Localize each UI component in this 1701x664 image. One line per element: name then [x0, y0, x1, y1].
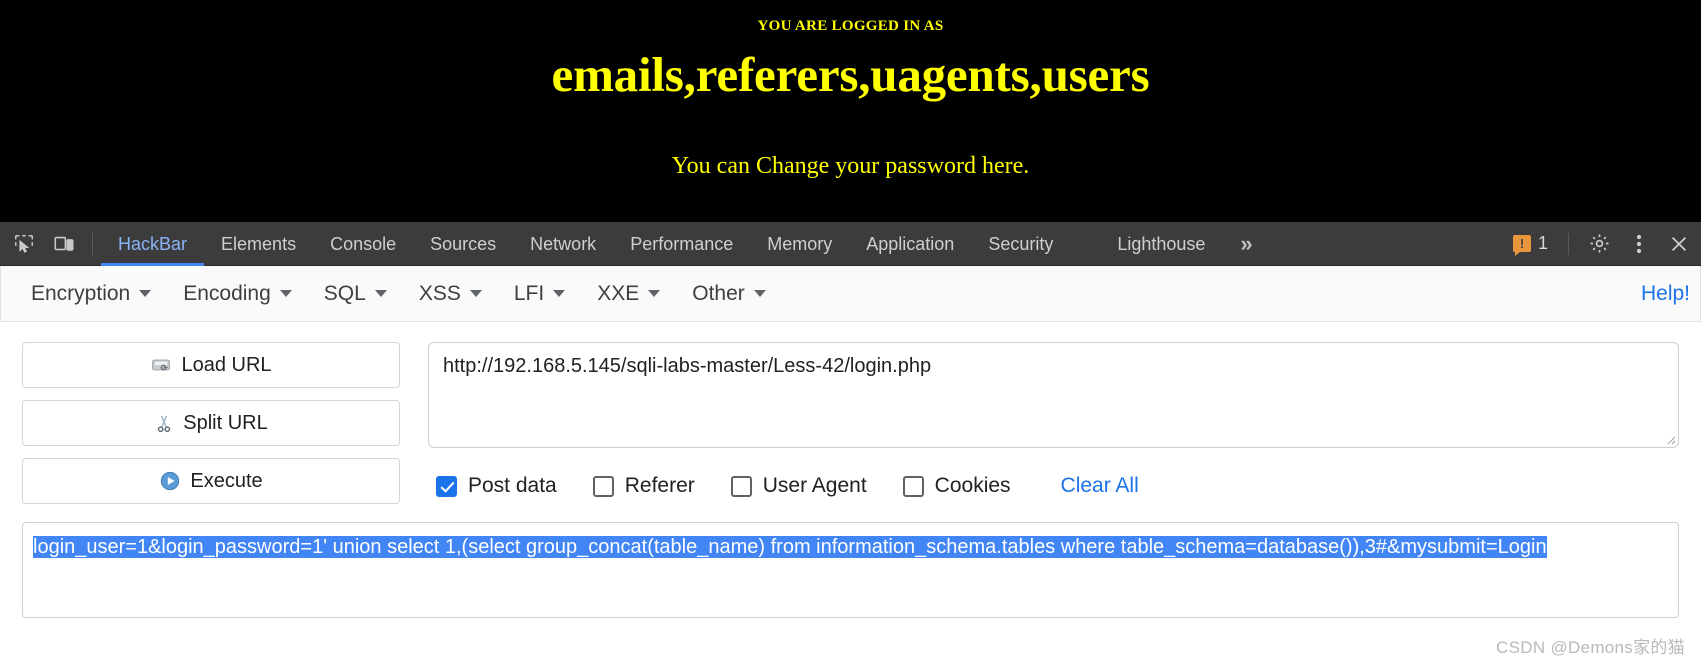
option-referer[interactable]: Referer	[592, 474, 695, 498]
kebab-menu-icon[interactable]	[1619, 225, 1659, 263]
chevron-down-icon	[139, 290, 152, 297]
chevron-down-icon	[753, 290, 766, 297]
tab-label: Performance	[630, 233, 734, 254]
hackbar-url-area: http://192.168.5.145/sqli-labs-master/Le…	[428, 342, 1679, 504]
menu-label: XSS	[418, 281, 461, 305]
button-label: Load URL	[181, 353, 272, 376]
menu-encoding[interactable]: Encoding	[167, 266, 308, 322]
devtools-toolbar-right: ! 1	[1503, 225, 1701, 263]
devtools-tabbar: HackBar Elements Console Sources Network…	[0, 222, 1701, 266]
option-cookies[interactable]: Cookies	[902, 474, 1011, 498]
tab-application[interactable]: Application	[849, 222, 971, 266]
tab-sources[interactable]: Sources	[413, 222, 513, 266]
tab-label: Application	[866, 233, 955, 254]
more-tabs-icon[interactable]: »	[1222, 231, 1267, 257]
inspect-element-icon[interactable]	[4, 226, 44, 262]
close-icon[interactable]	[1659, 225, 1699, 263]
toolbar-divider	[92, 232, 93, 255]
menu-label: SQL	[323, 281, 366, 305]
menu-other[interactable]: Other	[676, 266, 782, 322]
target-page: YOU ARE LOGGED IN AS emails,referers,uag…	[0, 0, 1701, 222]
post-data-input[interactable]: login_user=1&login_password=1' union sel…	[22, 522, 1679, 618]
device-toolbar-icon[interactable]	[44, 226, 84, 262]
tab-label: Sources	[430, 233, 497, 254]
option-label: Cookies	[934, 474, 1011, 497]
screen: YOU ARE LOGGED IN AS emails,referers,uag…	[0, 0, 1701, 664]
post-data-area: login_user=1&login_password=1' union sel…	[0, 504, 1701, 618]
devtools-tab-list: HackBar Elements Console Sources Network…	[101, 222, 1268, 266]
user-agent-checkbox[interactable]	[730, 475, 752, 497]
tab-label: Console	[330, 233, 397, 254]
button-label: Execute	[190, 469, 263, 492]
menu-encryption[interactable]: Encryption	[15, 266, 167, 322]
menu-lfi[interactable]: LFI	[498, 266, 581, 322]
tab-lighthouse[interactable]: Lighthouse	[1100, 222, 1222, 266]
option-post-data[interactable]: Post data	[436, 474, 557, 498]
url-input[interactable]: http://192.168.5.145/sqli-labs-master/Le…	[428, 342, 1679, 448]
option-label: Referer	[624, 474, 695, 497]
cookies-checkbox[interactable]	[902, 475, 924, 497]
devtools-panel: HackBar Elements Console Sources Network…	[0, 222, 1701, 664]
logged-in-user-value: emails,referers,uagents,users	[551, 46, 1150, 102]
menu-label: XXE	[597, 281, 640, 305]
warning-count: 1	[1537, 233, 1548, 253]
url-value: http://192.168.5.145/sqli-labs-master/Le…	[443, 355, 932, 377]
post-data-checkbox[interactable]	[436, 475, 457, 497]
chevron-down-icon	[648, 290, 661, 297]
play-icon	[159, 470, 181, 492]
resize-handle[interactable]	[1664, 433, 1676, 445]
tab-hackbar[interactable]: HackBar	[101, 222, 205, 266]
hackbar-body: Load URL Split URL Execute http://192.16…	[0, 322, 1701, 504]
menu-label: Encoding	[183, 281, 271, 305]
tab-network[interactable]: Network	[513, 222, 613, 266]
menu-xss[interactable]: XSS	[403, 266, 498, 322]
chevron-down-icon	[374, 290, 387, 297]
chevron-down-icon	[279, 290, 292, 297]
clear-all-link[interactable]: Clear All	[1061, 474, 1139, 498]
chevron-down-icon	[469, 290, 482, 297]
warning-icon: !	[1512, 235, 1531, 256]
post-data-value: login_user=1&login_password=1' union sel…	[33, 536, 1547, 558]
hackbar-menubar: Encryption Encoding SQL XSS LFI XXE Othe…	[0, 266, 1701, 322]
disk-drive-icon	[150, 355, 172, 375]
menu-label: Encryption	[31, 281, 131, 305]
option-label: Post data	[468, 474, 557, 497]
gear-icon[interactable]	[1579, 225, 1619, 263]
tab-label: Memory	[767, 233, 833, 254]
tab-label: Lighthouse	[1117, 233, 1206, 254]
split-url-button[interactable]: Split URL	[22, 400, 400, 446]
warning-badge[interactable]: ! 1	[1503, 233, 1558, 256]
tab-console[interactable]: Console	[313, 222, 413, 266]
menu-label: LFI	[513, 281, 545, 305]
toolbar-divider	[1568, 232, 1569, 255]
tab-label: HackBar	[118, 233, 188, 254]
chevron-down-icon	[553, 290, 566, 297]
tab-security[interactable]: Security	[971, 222, 1070, 266]
tab-label: Security	[988, 233, 1054, 254]
menu-sql[interactable]: SQL	[308, 266, 403, 322]
button-label: Split URL	[183, 411, 268, 434]
referer-checkbox[interactable]	[592, 475, 614, 497]
execute-button[interactable]: Execute	[22, 458, 400, 504]
tab-performance[interactable]: Performance	[613, 222, 750, 266]
logged-in-label: YOU ARE LOGGED IN AS	[757, 18, 944, 34]
menu-xxe[interactable]: XXE	[581, 266, 676, 322]
tab-memory[interactable]: Memory	[750, 222, 849, 266]
hackbar-action-buttons: Load URL Split URL Execute	[22, 342, 400, 504]
menu-label: Other	[692, 281, 745, 305]
scissors-icon	[154, 412, 174, 434]
option-label: User Agent	[762, 474, 867, 497]
load-url-button[interactable]: Load URL	[22, 342, 400, 388]
tab-elements[interactable]: Elements	[204, 222, 313, 266]
page-content: YOU ARE LOGGED IN AS emails,referers,uag…	[0, 0, 1701, 180]
option-user-agent[interactable]: User Agent	[730, 474, 867, 498]
watermark: CSDN @Demons家的猫	[1496, 638, 1685, 657]
tab-label: Network	[530, 233, 597, 254]
change-password-text[interactable]: You can Change your password here.	[0, 103, 1701, 180]
help-link[interactable]: Help!	[1641, 282, 1700, 306]
hackbar-panel: Encryption Encoding SQL XSS LFI XXE Othe…	[0, 266, 1701, 618]
hackbar-options-row: Post data Referer User Agent Cookies Cle…	[428, 448, 1679, 498]
tab-label: Elements	[221, 233, 297, 254]
